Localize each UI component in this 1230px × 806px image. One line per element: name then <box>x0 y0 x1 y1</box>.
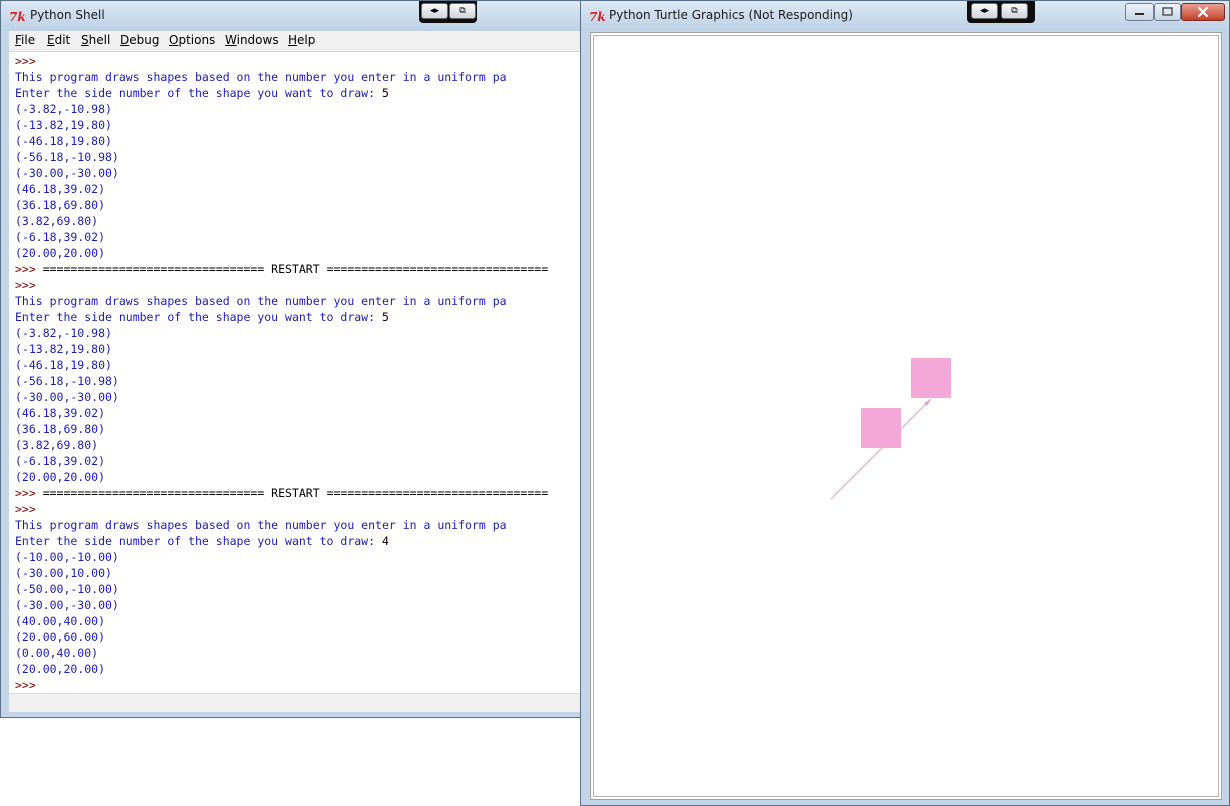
shell-prompt: >>> <box>15 502 36 516</box>
output-line: (-13.82,19.80) <box>15 342 112 356</box>
output-line: (46.18,39.02) <box>15 406 106 420</box>
output-line: (20.00,20.00) <box>15 470 106 484</box>
output-line: (3.82,69.80) <box>15 214 99 228</box>
turtle-window-title: Python Turtle Graphics (Not Responding) <box>609 8 853 22</box>
output-line: (-10.00,-10.00) <box>15 550 119 564</box>
close-button[interactable] <box>1181 3 1225 21</box>
menu-shell[interactable]: Shell <box>81 33 110 47</box>
output-line: (-30.00,-30.00) <box>15 390 119 404</box>
shell-prompt: >>> <box>15 54 36 68</box>
shell-statusbar <box>9 693 581 712</box>
output-line: (-50.00,-10.00) <box>15 582 119 596</box>
close-icon <box>1197 6 1209 18</box>
shell-titlebar[interactable]: 7k Python Shell ◂▸ ⧉ <box>1 1 589 31</box>
snap-restore-icon[interactable]: ⧉ <box>1001 3 1028 19</box>
svg-text:7k: 7k <box>9 10 25 24</box>
snap-arrows-icon[interactable]: ◂▸ <box>421 3 448 19</box>
snap-widget: ◂▸ ⧉ <box>967 1 1035 23</box>
restart-banner: >>> ================================ RES… <box>15 262 549 276</box>
turtle-drawing <box>830 358 951 500</box>
pink-square-lower <box>861 408 901 448</box>
menu-options[interactable]: Options <box>169 33 215 47</box>
snap-arrows-icon[interactable]: ◂▸ <box>971 3 998 19</box>
output-line: (0.00,40.00) <box>15 646 99 660</box>
minimize-icon <box>1135 13 1144 15</box>
svg-text:7k: 7k <box>589 10 605 24</box>
shell-prompt: >>> <box>15 278 36 292</box>
output-line: This program draws shapes based on the n… <box>15 70 507 84</box>
output-line: (20.00,20.00) <box>15 246 106 260</box>
restart-banner: >>> ================================ RES… <box>15 486 549 500</box>
output-line: (-46.18,19.80) <box>15 134 112 148</box>
output-line: (-56.18,-10.98) <box>15 150 119 164</box>
output-line: (-30.00,-30.00) <box>15 166 119 180</box>
output-line: (20.00,60.00) <box>15 630 106 644</box>
output-line: (-3.82,-10.98) <box>15 326 112 340</box>
output-line: (-56.18,-10.98) <box>15 374 119 388</box>
output-line: (-3.82,-10.98) <box>15 102 112 116</box>
output-line: (-6.18,39.02) <box>15 454 106 468</box>
output-line: (20.00,20.00) <box>15 662 106 676</box>
output-line: (-6.18,39.02) <box>15 230 106 244</box>
menu-windows[interactable]: Windows <box>225 33 279 47</box>
output-line: (-13.82,19.80) <box>15 118 112 132</box>
turtle-canvas[interactable] <box>590 32 1222 800</box>
snap-restore-icon[interactable]: ⧉ <box>449 3 476 19</box>
maximize-icon <box>1162 7 1173 16</box>
output-line: (-46.18,19.80) <box>15 358 112 372</box>
menu-file[interactable]: File <box>15 33 35 47</box>
turtle-graphics-window: 7k Python Turtle Graphics (Not Respondin… <box>580 0 1230 806</box>
output-line: (36.18,69.80) <box>15 422 106 436</box>
output-line: (3.82,69.80) <box>15 438 99 452</box>
output-line: Enter the side number of the shape you w… <box>15 86 389 100</box>
tk-feather-icon: 7k <box>9 10 25 24</box>
output-line: Enter the side number of the shape you w… <box>15 310 389 324</box>
python-shell-window: 7k Python Shell ◂▸ ⧉ File Edit Shell Debug O… <box>0 0 590 718</box>
shell-window-title: Python Shell <box>30 8 105 22</box>
menu-help[interactable]: Help <box>288 33 315 47</box>
output-line: This program draws shapes based on the n… <box>15 518 507 532</box>
shell-prompt: >>> <box>15 678 36 692</box>
snap-widget: ◂▸ ⧉ <box>419 1 477 23</box>
turtle-titlebar[interactable]: 7k Python Turtle Graphics (Not Respondin… <box>581 1 1229 31</box>
output-line: Enter the side number of the shape you w… <box>15 534 389 548</box>
output-line: (36.18,69.80) <box>15 198 106 212</box>
minimize-button[interactable] <box>1125 3 1154 21</box>
output-line: (-30.00,10.00) <box>15 566 112 580</box>
pink-square-upper <box>911 358 951 398</box>
output-line: (46.18,39.02) <box>15 182 106 196</box>
output-line: (40.00,40.00) <box>15 614 106 628</box>
shell-text-area[interactable]: >>> This program draws shapes based on th… <box>9 52 581 693</box>
tk-feather-icon: 7k <box>589 10 605 24</box>
shell-menubar: File Edit Shell Debug Options Windows Help <box>9 31 581 52</box>
menu-debug[interactable]: Debug <box>120 33 159 47</box>
menu-edit[interactable]: Edit <box>47 33 70 47</box>
output-line: (-30.00,-30.00) <box>15 598 119 612</box>
maximize-button[interactable] <box>1154 3 1181 21</box>
output-line: This program draws shapes based on the n… <box>15 294 507 308</box>
